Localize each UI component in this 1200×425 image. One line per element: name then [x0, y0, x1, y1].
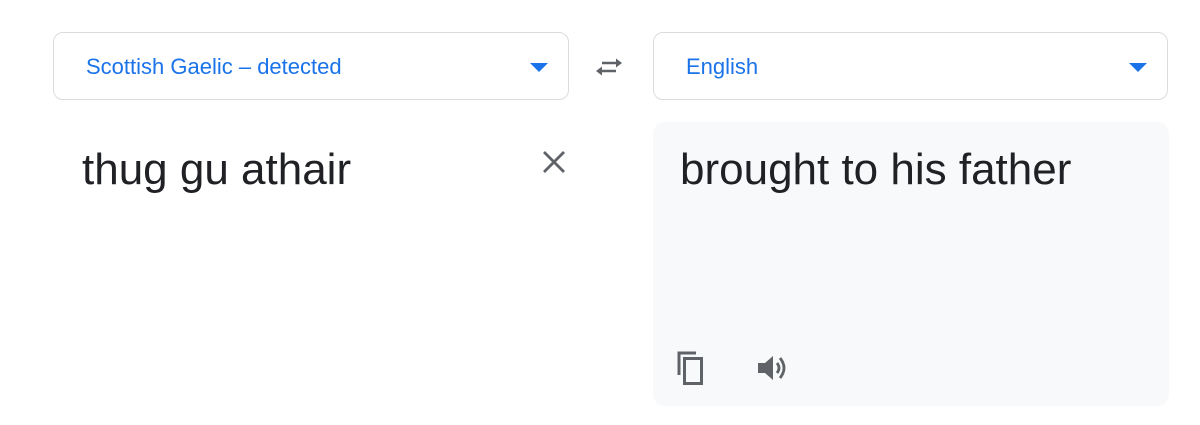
copy-icon: [677, 351, 703, 385]
listen-button[interactable]: [753, 348, 793, 388]
target-language-select[interactable]: English: [653, 32, 1168, 100]
close-icon: [543, 151, 565, 173]
source-language-select[interactable]: Scottish Gaelic – detected: [53, 32, 569, 100]
source-language-label: Scottish Gaelic – detected: [86, 54, 342, 79]
clear-source-button[interactable]: [538, 146, 570, 178]
swap-arrows-icon: [596, 58, 622, 76]
translate-page: Scottish Gaelic – detected English thug …: [0, 0, 1200, 425]
swap-languages-button[interactable]: [589, 47, 629, 87]
copy-translation-button[interactable]: [671, 348, 711, 388]
translation-text: brought to his father: [680, 145, 1072, 194]
chevron-down-icon: [530, 63, 548, 72]
speaker-icon: [758, 356, 786, 380]
source-text-input[interactable]: thug gu athair: [82, 138, 351, 202]
chevron-down-icon: [1129, 63, 1147, 72]
translation-output-panel: brought to his father: [653, 122, 1169, 406]
target-language-label: English: [686, 54, 759, 79]
